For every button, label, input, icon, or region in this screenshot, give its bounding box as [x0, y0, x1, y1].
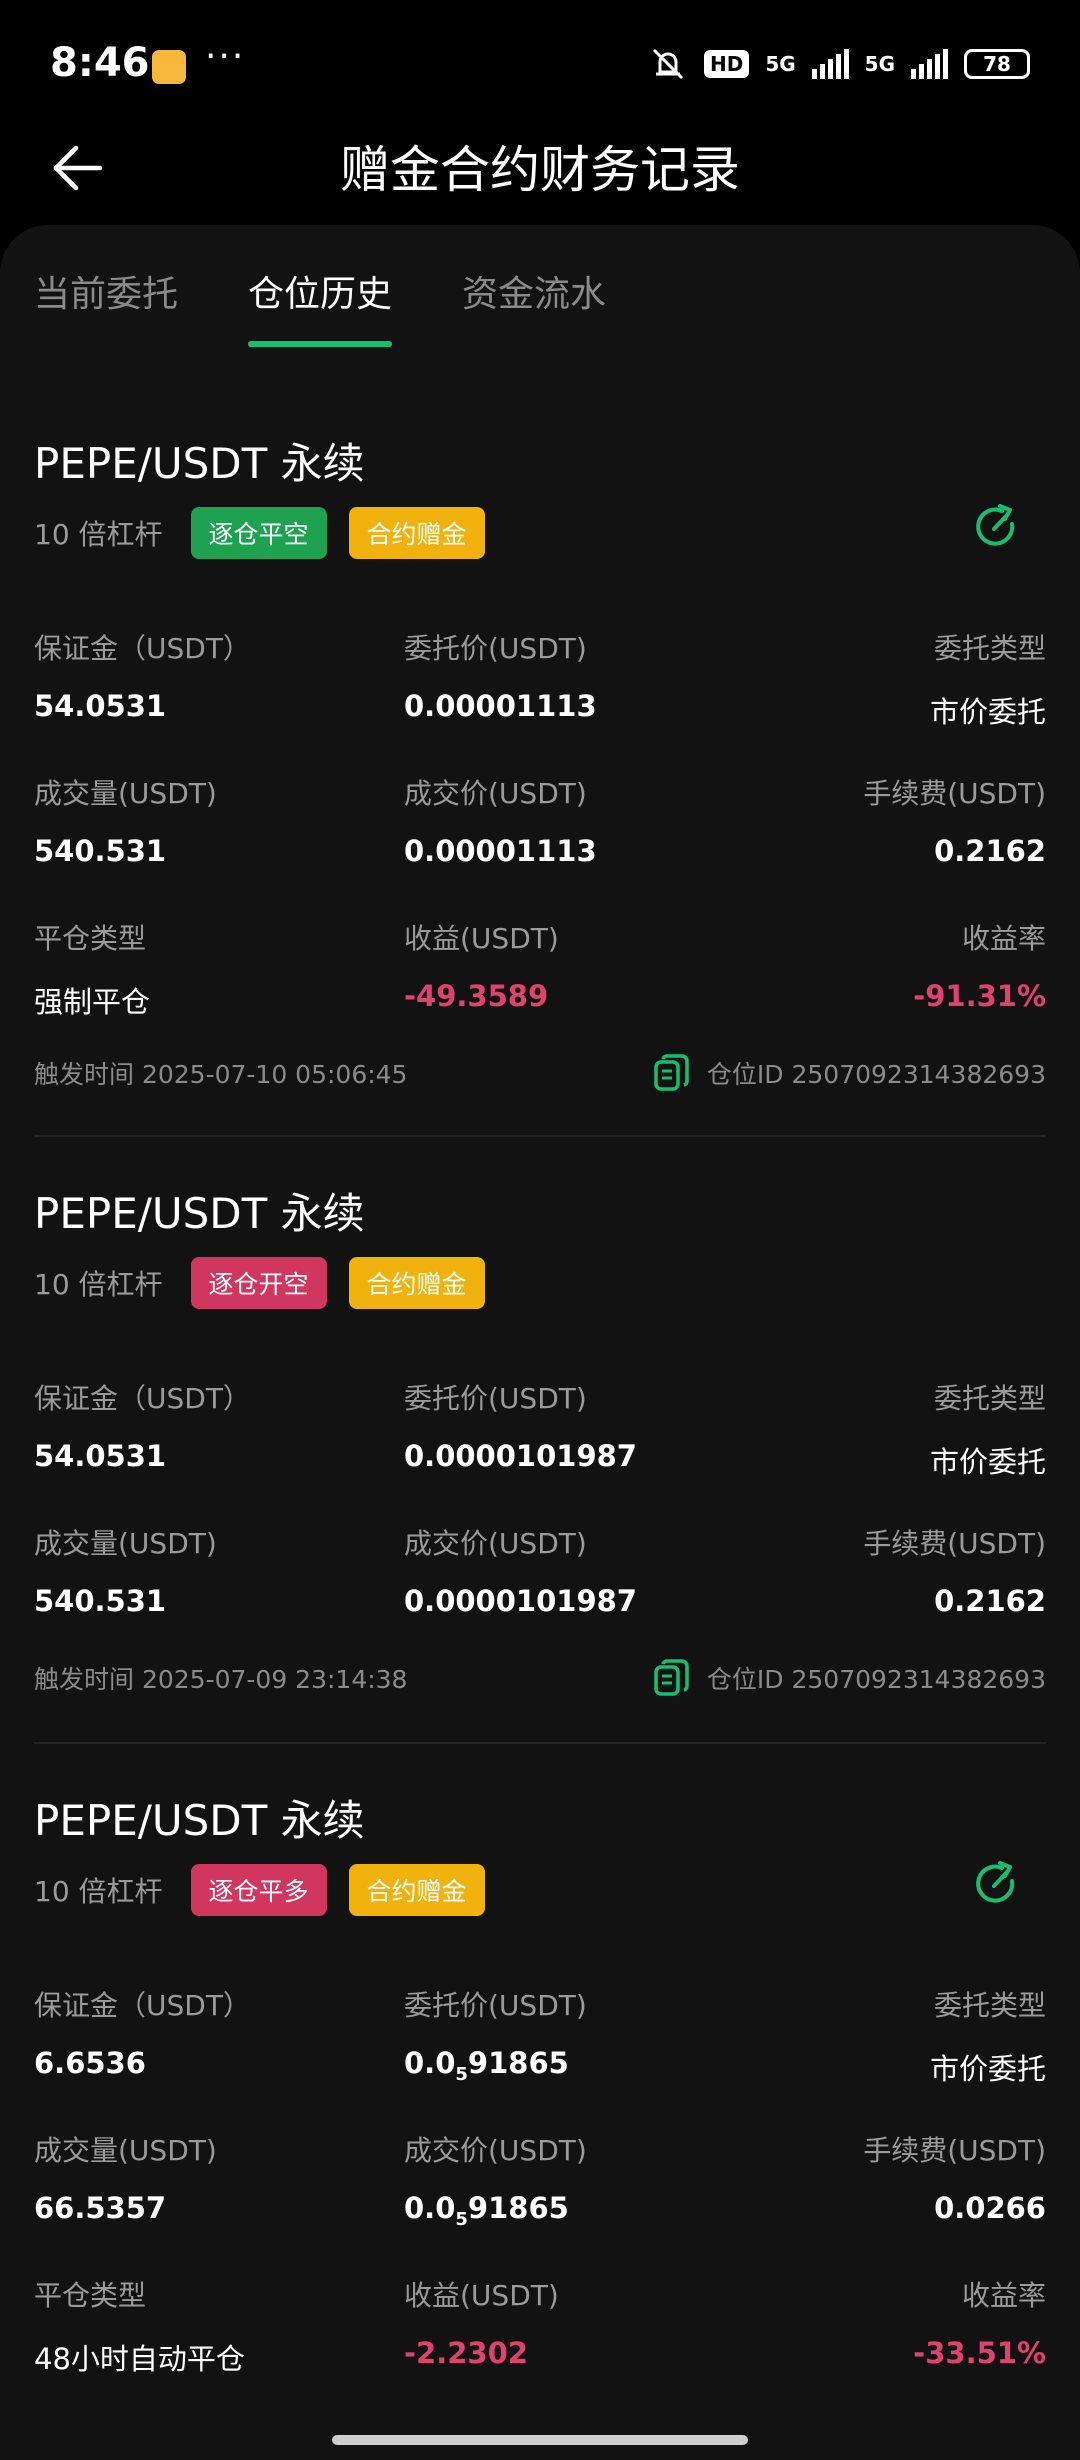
bonus-tag: 合约赠金	[348, 1257, 485, 1309]
pnl-value: -2.2302	[404, 2336, 528, 2370]
copy-icon[interactable]	[653, 1659, 689, 1697]
record-fields: 保证金（USDT） 54.0531 委托价(USDT) 0.0000101987 委…	[34, 1377, 1046, 1667]
battery-icon: 78	[964, 49, 1030, 79]
record-fields: 保证金（USDT） 54.0531 委托价(USDT) 0.00001113 委托类…	[34, 627, 1046, 1062]
field-value: 48小时自动平仓	[34, 2342, 245, 2376]
field-label: 成交价(USDT)	[404, 2134, 587, 2167]
share-icon[interactable]	[972, 502, 1022, 552]
position-record: PEPE/USDT 永续 10 倍杠杆 逐仓平多 合约赠金 保证金（USDT） 6…	[34, 1787, 1046, 2419]
contract-title: PEPE/USDT 永续	[34, 1796, 365, 1845]
field-value: 0.0000101987	[404, 1439, 637, 1473]
contract-title: PEPE/USDT 永续	[34, 439, 365, 488]
field-label: 保证金（USDT）	[34, 1989, 251, 2022]
content-panel: 当前委托 仓位历史 资金流水 PEPE/USDT 永续 10 倍杠杆 逐仓平空 …	[0, 225, 1080, 2460]
pnl-rate-value: -91.31%	[913, 979, 1046, 1013]
field-label: 手续费(USDT)	[863, 777, 1046, 810]
pnl-value: -49.3589	[404, 979, 549, 1013]
field-label: 成交价(USDT)	[404, 1527, 587, 1560]
field-label: 委托价(USDT)	[404, 1382, 587, 1415]
field-value: 0.0000101987	[404, 1584, 637, 1618]
position-record: PEPE/USDT 永续 10 倍杠杆 逐仓平空 合约赠金 保证金（USDT） 5…	[34, 430, 1046, 1092]
field-value: 强制平仓	[34, 985, 151, 1019]
field-label: 成交价(USDT)	[404, 777, 587, 810]
side-tag: 逐仓平多	[190, 1864, 327, 1916]
field-label: 手续费(USDT)	[863, 1527, 1046, 1560]
position-id-text: 仓位ID 2507092314382693	[706, 1060, 1046, 1089]
field-value: 市价委托	[929, 2052, 1046, 2086]
mute-bell-icon	[652, 48, 684, 80]
tab-current-orders[interactable]: 当前委托	[34, 265, 178, 347]
network-type-1: 5G	[765, 52, 796, 76]
status-time: 8:46	[50, 40, 150, 86]
record-fields: 保证金（USDT） 6.6536 委托价(USDT) 0.0591865 委托类型…	[34, 1984, 1046, 2419]
field-value: 66.5357	[34, 2191, 167, 2225]
position-record: PEPE/USDT 永续 10 倍杠杆 逐仓开空 合约赠金 保证金（USDT） 5…	[34, 1180, 1046, 1697]
field-label: 平仓类型	[34, 2279, 147, 2312]
status-bar: 8:46 ··· HD 5G 5G 78	[0, 0, 1080, 130]
field-value: 54.0531	[34, 1439, 167, 1473]
field-value: 0.0591865	[404, 2191, 569, 2230]
field-value: 0.0266	[934, 2191, 1046, 2225]
field-label: 委托类型	[933, 1989, 1046, 2022]
signal-bars-icon	[811, 49, 849, 79]
leverage-label: 10 倍杠杆	[34, 1875, 163, 1908]
hd-voice-icon: HD	[703, 50, 750, 78]
field-value: 市价委托	[929, 695, 1046, 729]
field-label: 保证金（USDT）	[34, 1382, 251, 1415]
field-value: 540.531	[34, 1584, 167, 1618]
field-value: 0.00001113	[404, 834, 597, 868]
field-label: 手续费(USDT)	[863, 2134, 1046, 2167]
field-label: 委托类型	[933, 1382, 1046, 1415]
notification-app-icon	[152, 50, 186, 84]
position-id[interactable]: 仓位ID 2507092314382693	[653, 1659, 1046, 1697]
signal-bars-icon	[911, 49, 948, 79]
share-icon[interactable]	[972, 1859, 1022, 1909]
leverage-label: 10 倍杠杆	[34, 1268, 163, 1301]
field-label: 收益率	[961, 2279, 1046, 2312]
field-value: 市价委托	[929, 1445, 1046, 1479]
side-tag: 逐仓开空	[190, 1257, 327, 1309]
field-label: 成交量(USDT)	[34, 2134, 217, 2167]
page-title: 赠金合约财务记录	[340, 141, 740, 199]
bonus-tag: 合约赠金	[348, 507, 485, 559]
pnl-rate-value: -33.51%	[913, 2336, 1046, 2370]
field-label: 收益(USDT)	[404, 922, 559, 955]
divider	[34, 1135, 1046, 1137]
tab-fund-flow[interactable]: 资金流水	[462, 265, 606, 347]
position-id[interactable]: 仓位ID 2507092314382693	[653, 1054, 1046, 1092]
contract-title: PEPE/USDT 永续	[34, 1189, 365, 1238]
copy-icon[interactable]	[653, 1054, 689, 1092]
field-label: 收益率	[961, 922, 1046, 955]
divider	[34, 1742, 1046, 1744]
field-value: 54.0531	[34, 689, 167, 723]
field-value: 0.0591865	[404, 2046, 569, 2085]
network-type-2: 5G	[864, 52, 895, 76]
trigger-time: 触发时间 2025-07-10 05:06:45	[34, 1060, 408, 1089]
field-label: 成交量(USDT)	[34, 777, 217, 810]
field-value: 0.00001113	[404, 689, 597, 723]
status-indicators: HD 5G 5G 78	[648, 44, 1030, 84]
field-value: 0.2162	[934, 834, 1046, 868]
app-header: 赠金合约财务记录	[0, 120, 1080, 220]
tab-bar: 当前委托 仓位历史 资金流水	[34, 265, 606, 347]
leverage-label: 10 倍杠杆	[34, 518, 163, 551]
position-id-text: 仓位ID 2507092314382693	[706, 1665, 1046, 1694]
field-label: 委托价(USDT)	[404, 1989, 587, 2022]
more-notifications-icon: ···	[205, 36, 246, 77]
field-label: 成交量(USDT)	[34, 1527, 217, 1560]
field-value: 6.6536	[34, 2046, 146, 2080]
bonus-tag: 合约赠金	[348, 1864, 485, 1916]
field-label: 保证金（USDT）	[34, 632, 251, 665]
field-value: 540.531	[34, 834, 167, 868]
home-indicator[interactable]	[332, 2435, 748, 2445]
field-value: 0.2162	[934, 1584, 1046, 1618]
field-label: 委托价(USDT)	[404, 632, 587, 665]
field-label: 委托类型	[933, 632, 1046, 665]
tab-position-history[interactable]: 仓位历史	[248, 265, 393, 347]
side-tag: 逐仓平空	[190, 507, 327, 559]
field-label: 平仓类型	[34, 922, 147, 955]
trigger-time: 触发时间 2025-07-09 23:14:38	[34, 1665, 408, 1694]
field-label: 收益(USDT)	[404, 2279, 559, 2312]
